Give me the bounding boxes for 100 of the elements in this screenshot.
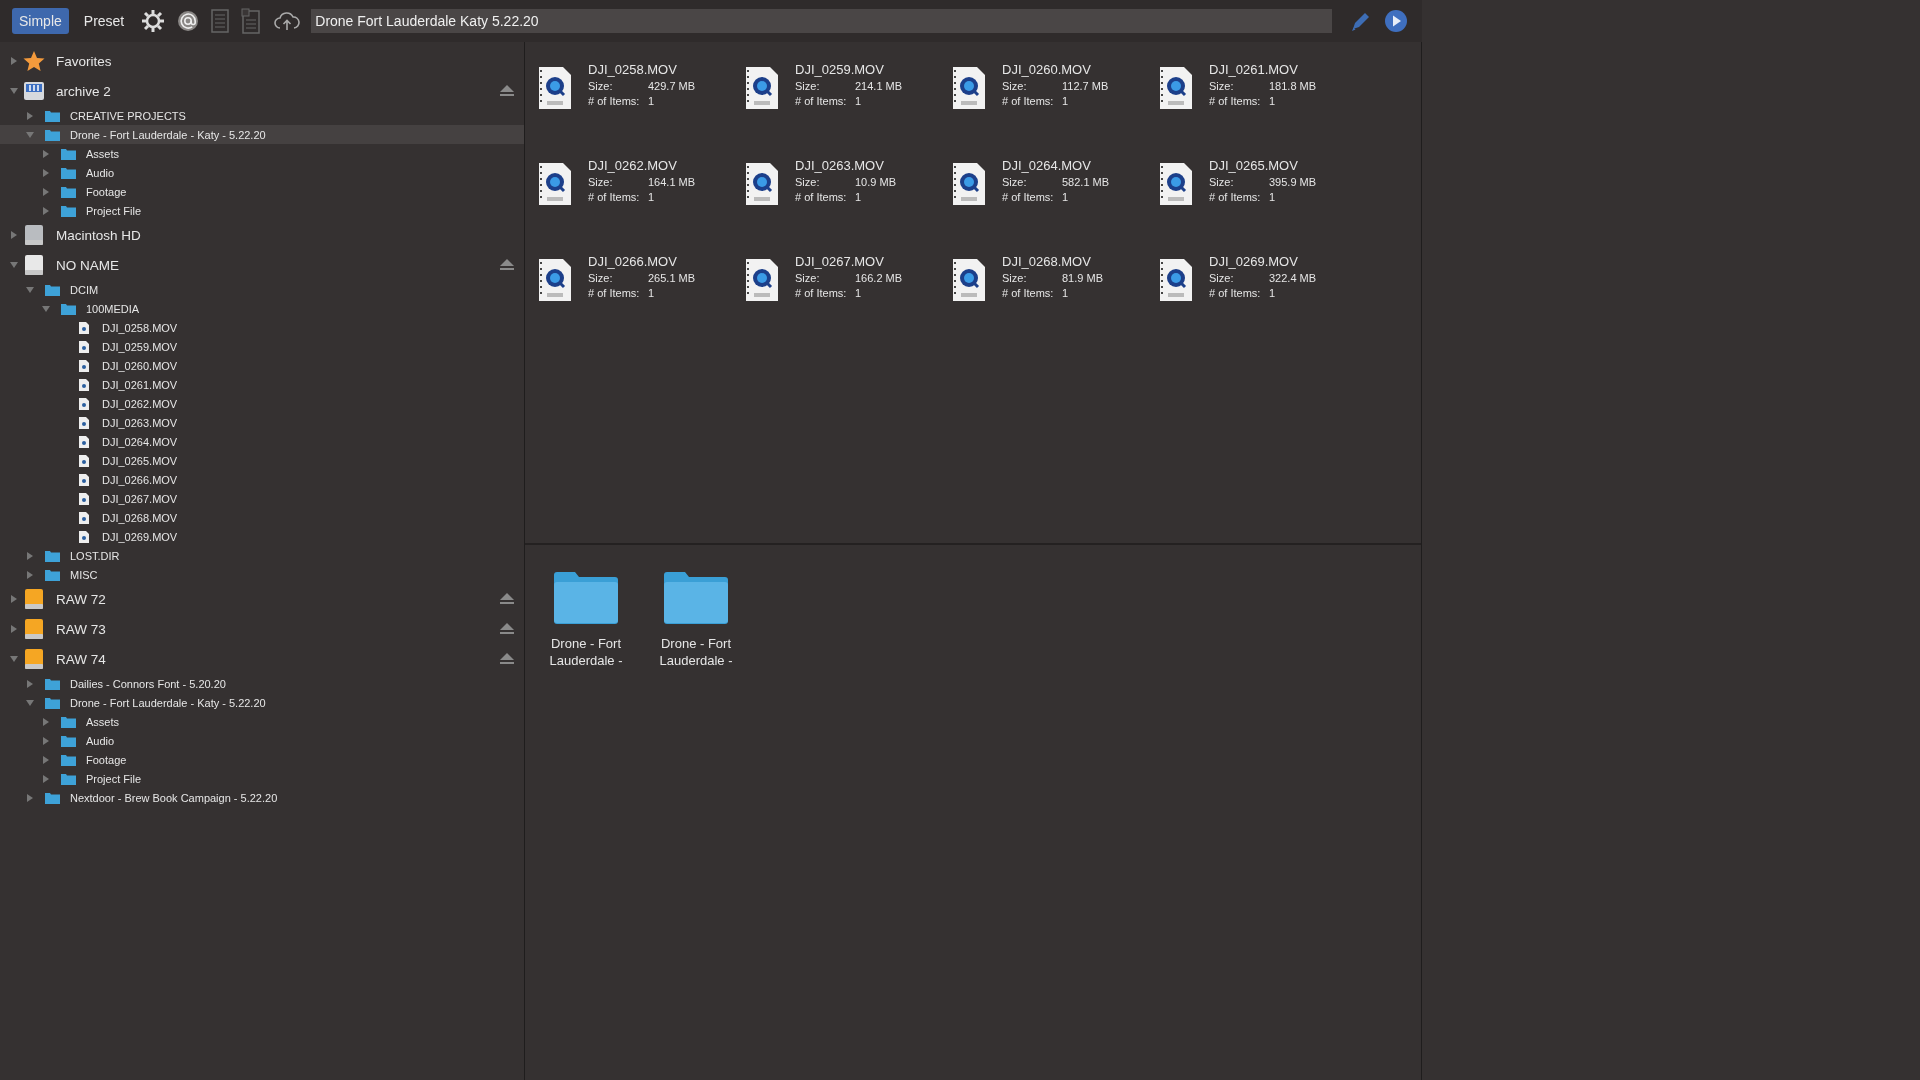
movie-file-icon[interactable] bbox=[951, 258, 987, 302]
disclosure-triangle-icon[interactable] bbox=[10, 57, 18, 65]
folder-icon[interactable] bbox=[662, 571, 730, 625]
folder-icon bbox=[60, 753, 76, 766]
sidebar-item[interactable]: MISC bbox=[0, 565, 524, 584]
disclosure-triangle-icon[interactable] bbox=[10, 261, 18, 269]
size-label: Size: bbox=[1002, 80, 1028, 92]
play-icon[interactable] bbox=[1384, 9, 1408, 33]
document-icon[interactable] bbox=[211, 9, 230, 33]
sidebar-item[interactable]: Footage bbox=[0, 750, 524, 769]
drive-icon bbox=[23, 618, 45, 640]
folder-icon bbox=[44, 128, 60, 141]
disclosure-triangle-icon[interactable] bbox=[10, 655, 18, 663]
sidebar-item[interactable]: RAW 73 bbox=[0, 614, 524, 644]
settings-icon[interactable] bbox=[141, 9, 166, 33]
sidebar-item[interactable]: Project File bbox=[0, 769, 524, 788]
sidebar-item[interactable]: 100MEDIA bbox=[0, 299, 524, 318]
disclosure-triangle-icon[interactable] bbox=[42, 774, 50, 783]
movie-file-icon[interactable] bbox=[744, 66, 780, 110]
disclosure-triangle-icon[interactable] bbox=[10, 595, 18, 603]
at-sign-icon[interactable] bbox=[177, 10, 200, 32]
sidebar-item[interactable]: Audio bbox=[0, 163, 524, 182]
disclosure-triangle-icon[interactable] bbox=[10, 87, 18, 95]
sidebar-item[interactable]: DJI_0261.MOV bbox=[0, 375, 524, 394]
size-label: Size: bbox=[1002, 176, 1028, 188]
eject-icon[interactable] bbox=[500, 623, 514, 635]
sidebar-item[interactable]: DJI_0258.MOV bbox=[0, 318, 524, 337]
sidebar-item[interactable]: Drone - Fort Lauderdale - Katy - 5.22.20 bbox=[0, 693, 524, 712]
sidebar-item[interactable]: LOST.DIR bbox=[0, 546, 524, 565]
file-name: DJI_0260.MOV bbox=[1002, 62, 1092, 77]
movie-file-icon[interactable] bbox=[537, 258, 573, 302]
movie-file-icon[interactable] bbox=[537, 66, 573, 110]
sidebar-item[interactable]: DJI_0263.MOV bbox=[0, 413, 524, 432]
movie-file-icon[interactable] bbox=[744, 258, 780, 302]
sidebar-item[interactable]: NO NAME bbox=[0, 250, 524, 280]
item-count: 1 bbox=[1269, 95, 1276, 107]
sidebar-item[interactable]: archive 2 bbox=[0, 76, 524, 106]
eject-icon[interactable] bbox=[500, 653, 514, 665]
disclosure-triangle-icon[interactable] bbox=[26, 130, 34, 139]
sidebar-item[interactable]: Macintosh HD bbox=[0, 220, 524, 250]
folder-icon[interactable] bbox=[552, 571, 620, 625]
movie-file-icon[interactable] bbox=[951, 66, 987, 110]
document-icon[interactable] bbox=[241, 8, 262, 34]
sidebar-item[interactable]: DJI_0265.MOV bbox=[0, 451, 524, 470]
disclosure-triangle-icon[interactable] bbox=[42, 755, 50, 764]
sidebar-item[interactable]: CREATIVE PROJECTS bbox=[0, 106, 524, 125]
disclosure-triangle-icon[interactable] bbox=[42, 168, 50, 177]
movie-file-icon[interactable] bbox=[537, 162, 573, 206]
sidebar-item[interactable]: DJI_0260.MOV bbox=[0, 356, 524, 375]
disclosure-triangle-icon[interactable] bbox=[26, 570, 34, 579]
pencil-icon[interactable] bbox=[1350, 10, 1372, 32]
sidebar-item[interactable]: Drone - Fort Lauderdale - Katy - 5.22.20 bbox=[0, 125, 524, 144]
disclosure-triangle-icon[interactable] bbox=[42, 736, 50, 745]
disclosure-triangle-icon[interactable] bbox=[26, 793, 34, 802]
sidebar-item[interactable]: Nextdoor - Brew Book Campaign - 5.22.20 bbox=[0, 788, 524, 807]
disclosure-triangle-icon[interactable] bbox=[26, 551, 34, 560]
sidebar-item[interactable]: Favorites bbox=[0, 46, 524, 76]
disclosure-triangle-icon[interactable] bbox=[42, 206, 50, 215]
mode-tab[interactable]: Preset bbox=[76, 8, 132, 34]
sidebar-item[interactable]: DJI_0262.MOV bbox=[0, 394, 524, 413]
sidebar-item[interactable]: Dailies - Connors Font - 5.20.20 bbox=[0, 674, 524, 693]
cloud-upload-icon[interactable] bbox=[273, 11, 302, 31]
sidebar-item[interactable]: Audio bbox=[0, 731, 524, 750]
eject-icon[interactable] bbox=[500, 259, 514, 271]
sidebar-item[interactable]: Project File bbox=[0, 201, 524, 220]
disclosure-triangle-icon[interactable] bbox=[10, 231, 18, 239]
sidebar-item[interactable]: Footage bbox=[0, 182, 524, 201]
disclosure-triangle-icon[interactable] bbox=[10, 625, 18, 633]
sidebar-item[interactable]: DJI_0264.MOV bbox=[0, 432, 524, 451]
disclosure-triangle-icon[interactable] bbox=[26, 679, 34, 688]
disclosure-triangle-icon[interactable] bbox=[42, 304, 50, 313]
sidebar-item[interactable]: RAW 74 bbox=[0, 644, 524, 674]
movie-file-icon[interactable] bbox=[951, 162, 987, 206]
folder-icon bbox=[60, 147, 76, 160]
path-field[interactable]: Drone Fort Lauderdale Katy 5.22.20 bbox=[311, 9, 1332, 33]
sidebar-item[interactable]: DJI_0269.MOV bbox=[0, 527, 524, 546]
file-icon bbox=[79, 416, 89, 429]
sidebar-item[interactable]: RAW 72 bbox=[0, 584, 524, 614]
disclosure-triangle-icon[interactable] bbox=[26, 698, 34, 707]
eject-icon[interactable] bbox=[500, 85, 514, 97]
sidebar-item[interactable]: Assets bbox=[0, 144, 524, 163]
mode-tab[interactable]: Simple bbox=[12, 8, 69, 34]
folder-icon bbox=[60, 772, 76, 785]
disclosure-triangle-icon[interactable] bbox=[26, 111, 34, 120]
eject-icon[interactable] bbox=[500, 593, 514, 605]
disclosure-triangle-icon[interactable] bbox=[42, 187, 50, 196]
sidebar-item[interactable]: DCIM bbox=[0, 280, 524, 299]
sidebar-item[interactable]: DJI_0259.MOV bbox=[0, 337, 524, 356]
sidebar-item[interactable]: Assets bbox=[0, 712, 524, 731]
disclosure-triangle-icon[interactable] bbox=[42, 717, 50, 726]
size-label: Size: bbox=[588, 176, 614, 188]
movie-file-icon[interactable] bbox=[1158, 258, 1194, 302]
sidebar-item[interactable]: DJI_0268.MOV bbox=[0, 508, 524, 527]
disclosure-triangle-icon[interactable] bbox=[26, 285, 34, 294]
movie-file-icon[interactable] bbox=[744, 162, 780, 206]
movie-file-icon[interactable] bbox=[1158, 162, 1194, 206]
disclosure-triangle-icon[interactable] bbox=[42, 149, 50, 158]
movie-file-icon[interactable] bbox=[1158, 66, 1194, 110]
sidebar-item[interactable]: DJI_0266.MOV bbox=[0, 470, 524, 489]
sidebar-item[interactable]: DJI_0267.MOV bbox=[0, 489, 524, 508]
